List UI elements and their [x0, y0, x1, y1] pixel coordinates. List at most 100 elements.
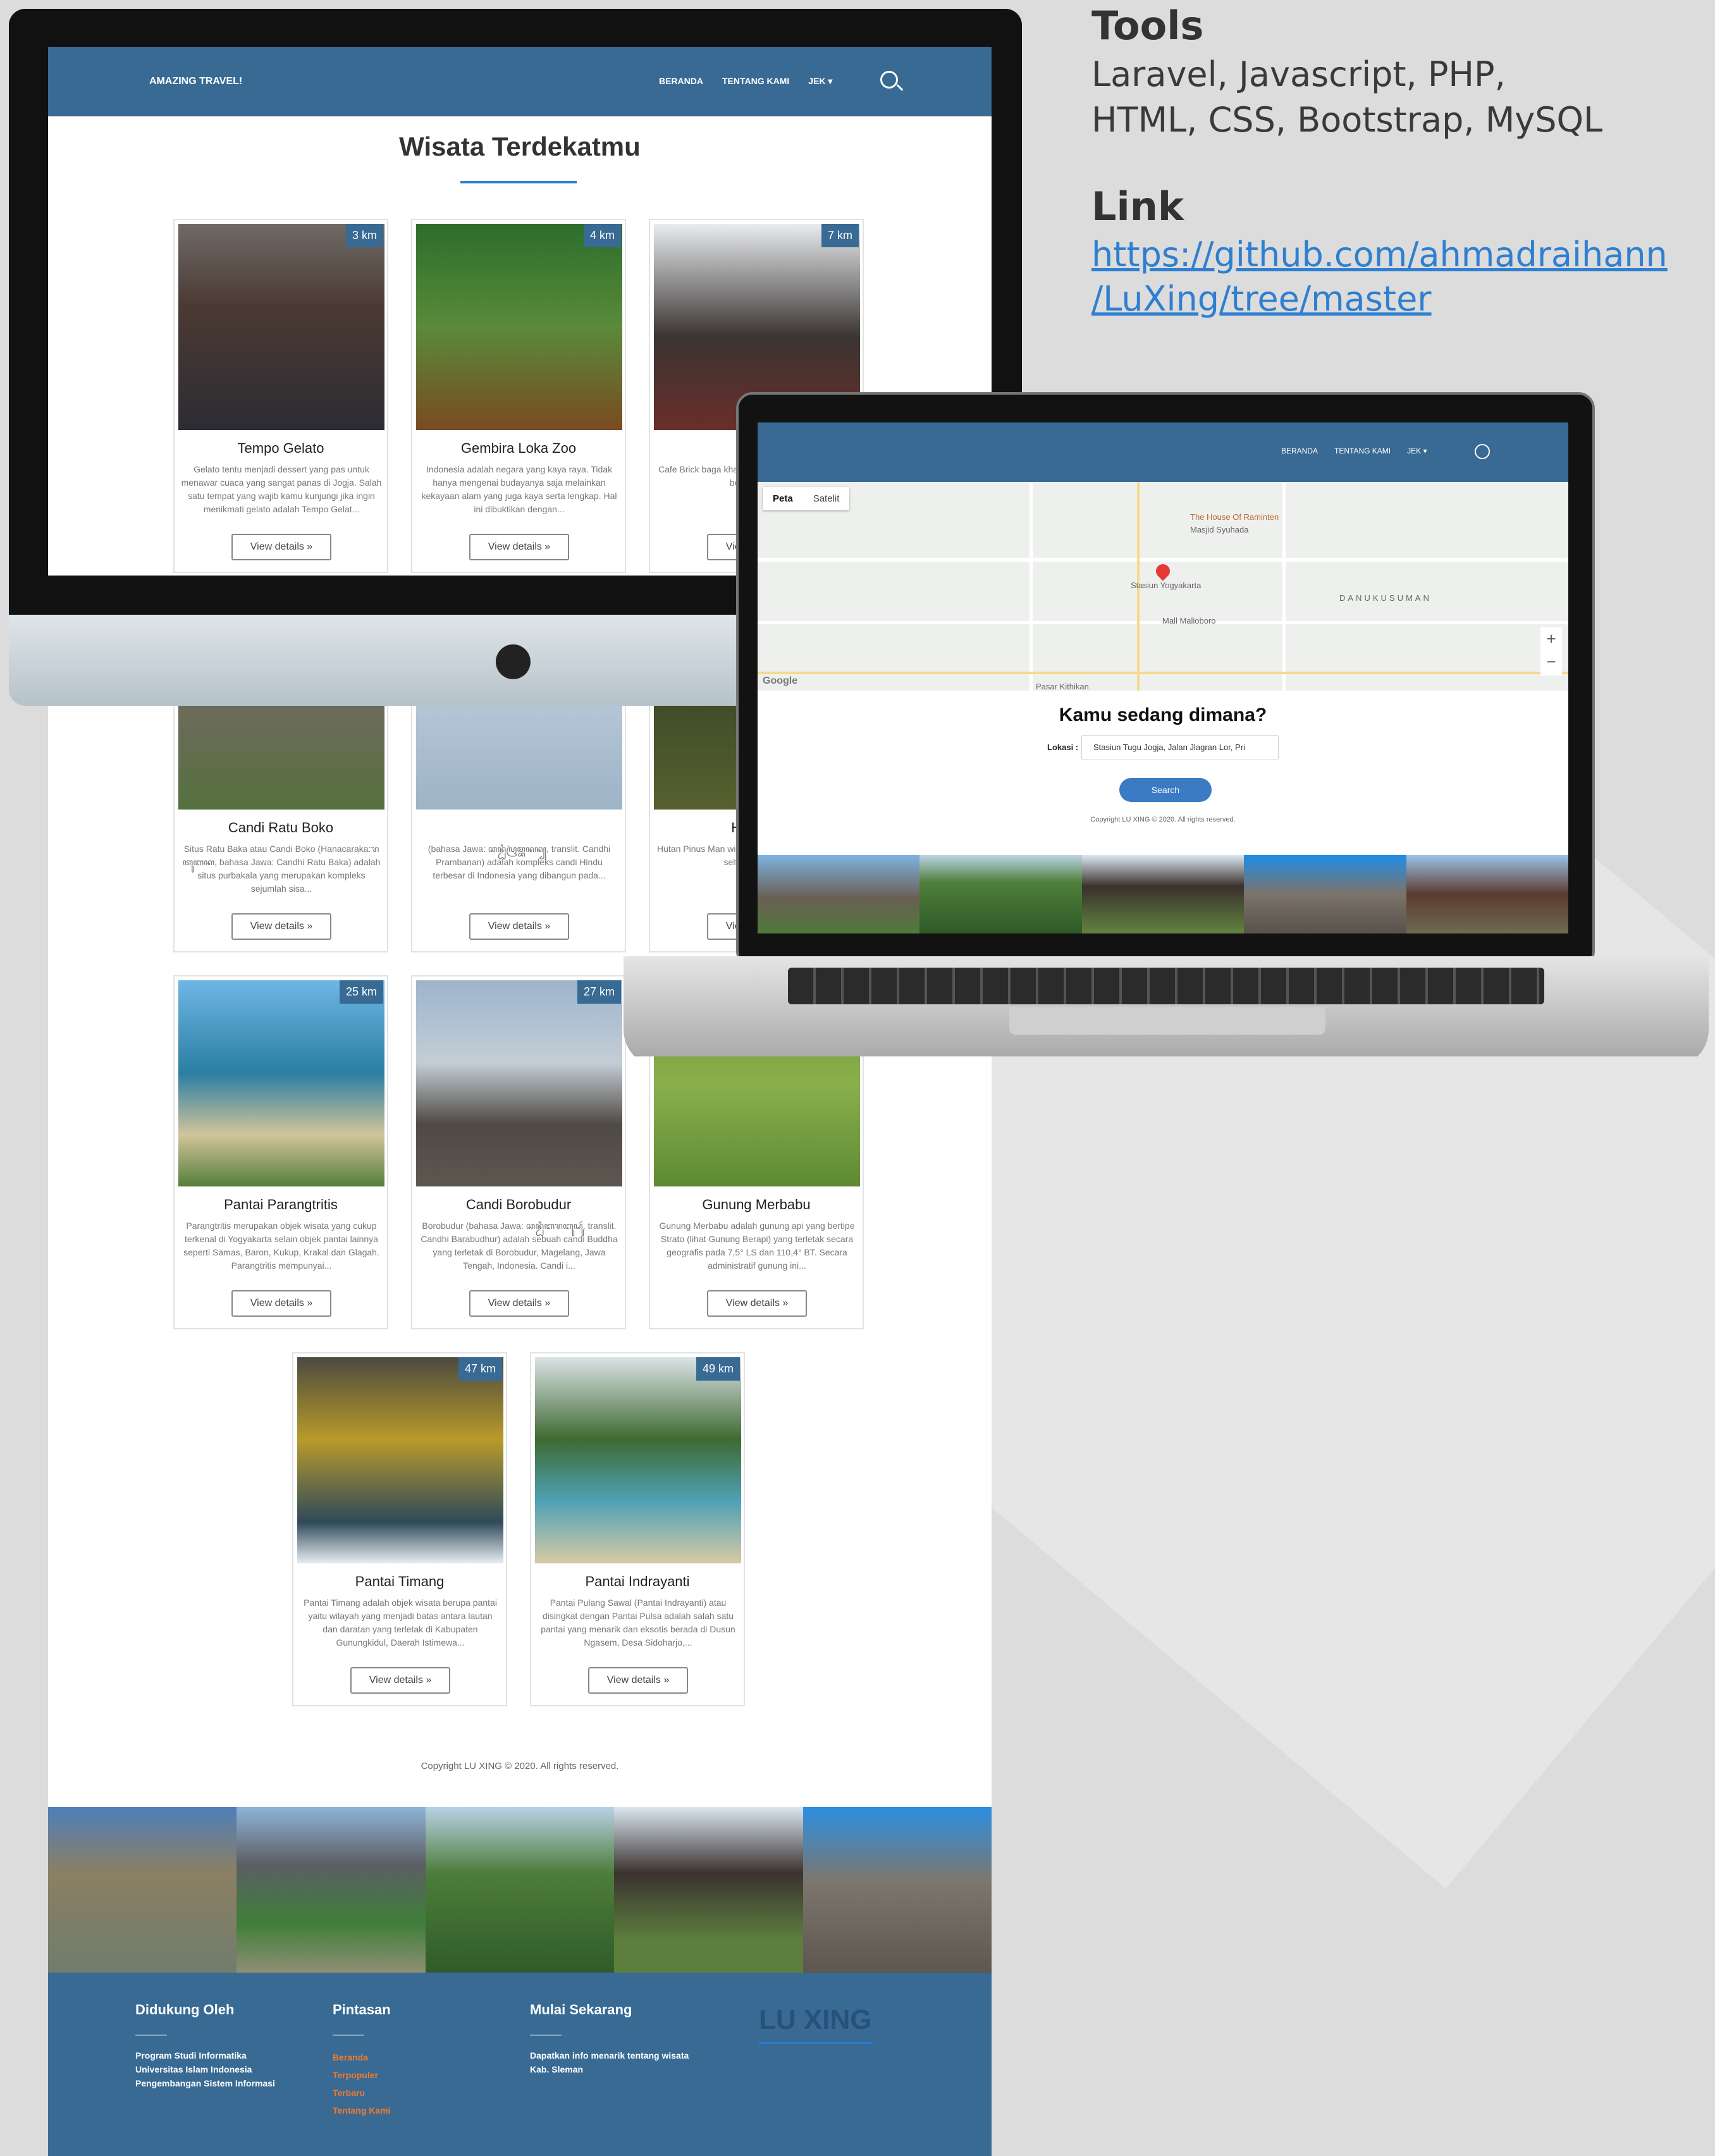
site-brand[interactable]: AMAZING TRAVEL! — [149, 76, 242, 87]
destination-card[interactable]: 49 km Pantai Indrayanti Pantai Pulang Sawa… — [530, 1352, 745, 1706]
view-details-button[interactable]: View details » — [469, 534, 569, 560]
strip-photo-4 — [1244, 855, 1406, 933]
strip-photo-3 — [1081, 855, 1245, 933]
map-pin-icon[interactable] — [1153, 561, 1173, 581]
destination-description: Parangtritis merupakan objek wisata yang… — [183, 1221, 379, 1271]
view-details-button[interactable]: View details » — [469, 913, 569, 940]
destination-name: Gunung Merbabu — [702, 1197, 811, 1212]
laptop-photo-strip — [758, 855, 1568, 933]
distance-badge: 27 km — [577, 980, 621, 1004]
github-link-line-1[interactable]: https://github.com/ahmadraihann — [1091, 233, 1699, 277]
map-tab-satelit[interactable]: Satelit — [803, 487, 850, 510]
footer-start-title: Mulai Sekarang — [530, 2002, 632, 2017]
destination-photo[interactable] — [178, 224, 384, 430]
footer-support-line: Pengembangan Sistem Informasi — [135, 2078, 275, 2088]
footer-link-tentang-kami[interactable]: Tentang Kami — [333, 2102, 391, 2119]
footer-divider — [333, 2035, 364, 2036]
laptop-navbar: BERANDA TENTANG KAMI JEK ▾ — [758, 422, 1568, 482]
monitor-bezel-top — [9, 9, 1022, 47]
location-input[interactable]: Stasiun Tugu Jogja, Jalan Jlagran Lor, P… — [1081, 735, 1279, 760]
view-details-button[interactable]: View details » — [350, 1667, 450, 1694]
distance-badge: 47 km — [458, 1357, 502, 1381]
search-button[interactable]: Search — [1119, 778, 1212, 802]
destination-photo[interactable] — [297, 1357, 503, 1563]
footer-link-terbaru[interactable]: Terbaru — [333, 2084, 391, 2102]
tools-line-1: Laravel, Javascript, PHP, — [1091, 54, 1506, 94]
nav-beranda[interactable]: BERANDA — [659, 76, 703, 87]
destination-photo[interactable] — [416, 224, 622, 430]
laptop-copyright: Copyright LU XING © 2020. All rights res… — [1090, 816, 1236, 823]
destination-card[interactable]: 47 km Pantai Timang Pantai Timang adalah o… — [292, 1352, 507, 1706]
nav-beranda[interactable]: BERANDA — [1281, 447, 1318, 455]
destination-photo[interactable] — [416, 980, 622, 1186]
desktop-website: AMAZING TRAVEL! BERANDA TENTANG KAMI JEK… — [48, 47, 992, 2156]
distance-badge: 4 km — [583, 224, 621, 247]
location-map[interactable]: Peta Satelit Stasiun Yogyakarta DANUKUSU… — [758, 482, 1568, 691]
site-navbar: AMAZING TRAVEL! BERANDA TENTANG KAMI JEK… — [48, 47, 992, 116]
destination-name: Pantai Indrayanti — [585, 1574, 690, 1589]
strip-photo-5 — [802, 1807, 992, 1973]
footer-divider — [135, 2035, 167, 2036]
strip-photo-4 — [614, 1807, 803, 1973]
nav-jek-dropdown[interactable]: JEK ▾ — [808, 76, 832, 87]
map-tab-peta[interactable]: Peta — [763, 487, 803, 510]
destination-card[interactable]: 25 km Pantai Parangtritis Parangtritis mer… — [173, 975, 388, 1329]
view-details-button[interactable]: View details » — [231, 534, 331, 560]
site-footer: Didukung Oleh Program Studi Informatika … — [48, 1973, 992, 2156]
search-icon[interactable] — [880, 71, 898, 89]
map-label: Pasar Kithikan — [1036, 682, 1089, 691]
view-details-button[interactable]: View details » — [469, 1290, 569, 1317]
destination-card[interactable]: 3 km Tempo Gelato Gelato tentu menjadi des… — [173, 219, 388, 573]
google-logo: Google — [763, 675, 798, 686]
nav-tentang-kami[interactable]: TENTANG KAMI — [1334, 447, 1391, 455]
search-icon[interactable] — [1475, 444, 1490, 459]
view-details-button[interactable]: View details » — [588, 1667, 688, 1694]
site-copyright: Copyright LU XING © 2020. All rights res… — [421, 1761, 619, 1771]
map-type-toggle: Peta Satelit — [763, 487, 850, 510]
footer-support-line: Universitas Islam Indonesia — [135, 2064, 252, 2074]
tools-heading: Tools — [1091, 3, 1204, 49]
laptop-nav-links: BERANDA TENTANG KAMI JEK ▾ — [1281, 447, 1427, 455]
map-label: The House Of Raminten — [1190, 512, 1279, 522]
site-nav-links: BERANDA TENTANG KAMI JEK ▾ — [659, 76, 832, 87]
location-label: Lokasi : — [1047, 742, 1079, 752]
destination-name: Candi Borobudur — [465, 1197, 572, 1212]
distance-badge: 3 km — [345, 224, 383, 247]
footer-link-terpopuler[interactable]: Terpopuler — [333, 2066, 391, 2084]
destination-card[interactable]: 27 km Candi Borobudur Borobudur (bahasa Ja… — [411, 975, 626, 1329]
footer-support-title: Didukung Oleh — [135, 2002, 235, 2017]
destination-photo[interactable] — [178, 980, 384, 1186]
footer-col-support: Didukung Oleh Program Studi Informatika … — [135, 2002, 275, 2090]
destination-description: Pantai Timang adalah objek wisata berupa… — [304, 1598, 497, 1648]
strip-photo-1 — [758, 855, 920, 933]
laptop-keyboard — [788, 968, 1544, 1004]
zoom-control[interactable]: + − — [1540, 627, 1562, 675]
laptop-trackpad — [1009, 1007, 1325, 1035]
distance-badge: 25 km — [339, 980, 383, 1004]
github-link-line-2[interactable]: /LuXing/tree/master — [1091, 277, 1699, 321]
strip-photo-3 — [425, 1807, 615, 1973]
apple-logo-icon: ● — [493, 631, 533, 684]
destination-photo[interactable] — [535, 1357, 741, 1563]
destination-name: Candi Ratu Boko — [228, 820, 334, 835]
monitor-bezel-left — [9, 9, 48, 615]
destination-name: Pantai Timang — [355, 1574, 445, 1589]
nav-tentang-kami[interactable]: TENTANG KAMI — [722, 76, 789, 87]
destination-description: Pantai Pulang Sawal (Pantai Indrayanti) … — [541, 1598, 735, 1648]
footer-logo-underline — [759, 2042, 873, 2044]
footer-divider — [530, 2035, 562, 2036]
view-details-button[interactable]: View details » — [707, 1290, 807, 1317]
map-label: Stasiun Yogyakarta — [1131, 581, 1202, 590]
footer-link-beranda[interactable]: Beranda — [333, 2048, 391, 2066]
footer-col-shortcuts: Pintasan Beranda Terpopuler Terbaru Tent… — [333, 2002, 391, 2119]
destination-name: Tempo Gelato — [237, 440, 324, 456]
nav-jek-dropdown[interactable]: JEK ▾ — [1407, 447, 1427, 455]
footer-photo-strip — [48, 1807, 992, 1973]
view-details-button[interactable]: View details » — [231, 913, 331, 940]
footer-start-line: Kab. Sleman — [530, 2064, 584, 2074]
project-info-panel: Tools Laravel, Javascript, PHP, HTML, CS… — [1091, 0, 1699, 321]
page-title: Wisata Terdekatmu — [399, 132, 641, 161]
destination-card[interactable]: 4 km Gembira Loka Zoo Indonesia adalah neg… — [411, 219, 626, 573]
destination-name: Pantai Parangtritis — [224, 1197, 338, 1212]
view-details-button[interactable]: View details » — [231, 1290, 331, 1317]
